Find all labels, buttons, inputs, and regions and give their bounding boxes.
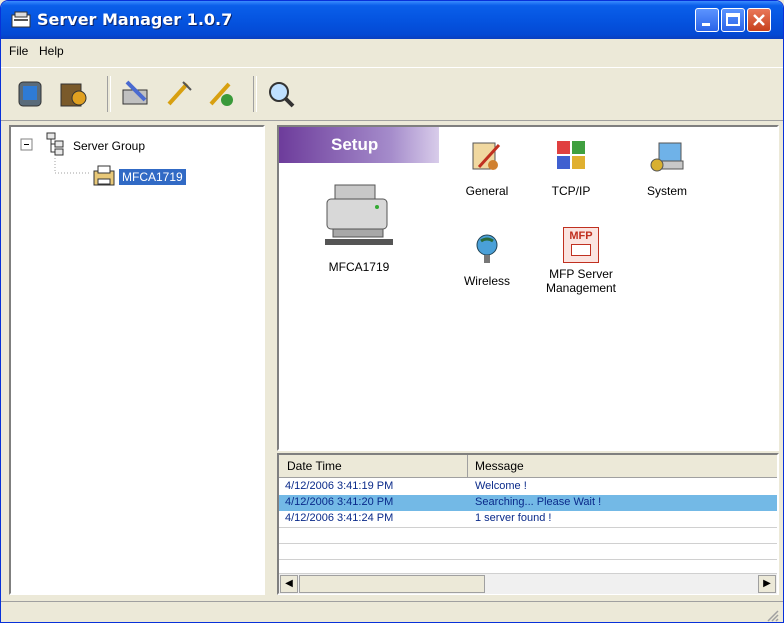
tcpip-icon xyxy=(557,141,585,169)
menu-bar: File Help xyxy=(1,41,783,63)
general-icon xyxy=(472,142,501,170)
tcpip-label: TCP/IP xyxy=(551,184,591,198)
scroll-left-button[interactable]: ◀ xyxy=(280,575,298,593)
system-label: System xyxy=(646,184,687,198)
menu-file[interactable]: File xyxy=(9,44,28,58)
log-header: Date Time Message xyxy=(279,455,777,478)
printer-server-icon xyxy=(93,165,115,186)
printer-icon xyxy=(325,184,393,245)
maximize-button[interactable] xyxy=(721,8,745,32)
scroll-thumb[interactable] xyxy=(299,575,485,593)
log-row[interactable]: 4/12/2006 3:41:24 PM 1 server found ! xyxy=(279,511,777,527)
toolbar xyxy=(1,67,783,121)
log-time: 4/12/2006 3:41:20 PM xyxy=(285,496,394,508)
mfp-item[interactable]: MFP MFP Server Management xyxy=(531,227,631,295)
right-pane: Setup MFCA1719 General TCP/IP System Wir… xyxy=(277,125,779,595)
log-list[interactable]: Date Time Message 4/12/2006 3:41:19 PM W… xyxy=(277,453,779,595)
system-item[interactable]: System xyxy=(627,137,707,198)
status-bar xyxy=(1,601,783,622)
maximize-icon xyxy=(726,13,740,26)
row-gridline xyxy=(279,527,777,528)
minimize-button[interactable] xyxy=(695,8,719,32)
server-settings-button[interactable] xyxy=(55,76,91,112)
device-label: MFCA1719 xyxy=(328,260,390,274)
horizontal-scrollbar[interactable]: ◀ ▶ xyxy=(279,573,777,594)
settings-server-icon xyxy=(60,83,87,107)
column-header-datetime[interactable]: Date Time xyxy=(287,459,342,473)
server-icon xyxy=(18,81,42,107)
toolbar-separator xyxy=(107,76,111,112)
wand-remove-icon xyxy=(209,82,233,106)
mfp-icon-box xyxy=(571,244,591,256)
wand-icon xyxy=(167,81,192,106)
general-item[interactable]: General xyxy=(447,137,527,198)
system-icon xyxy=(650,142,684,172)
setup-panel: Setup MFCA1719 General TCP/IP System Wir… xyxy=(277,125,779,451)
device-item[interactable]: MFCA1719 xyxy=(309,177,409,274)
tree-item-server[interactable]: MFCA1719 xyxy=(119,169,186,185)
toolbar-separator xyxy=(253,76,257,112)
app-icon xyxy=(11,11,31,28)
resize-grip-icon[interactable] xyxy=(765,608,779,622)
tcpip-item[interactable]: TCP/IP xyxy=(531,137,611,198)
configure-button[interactable] xyxy=(117,76,153,112)
log-message: Welcome ! xyxy=(475,480,527,492)
close-button[interactable] xyxy=(747,8,771,32)
tree-item-server-group[interactable]: Server Group xyxy=(73,139,145,153)
log-time: 4/12/2006 3:41:19 PM xyxy=(285,480,394,492)
collapse-icon[interactable] xyxy=(19,137,39,157)
wand-button[interactable] xyxy=(161,76,197,112)
general-label: General xyxy=(465,184,509,198)
scroll-right-button[interactable]: ▶ xyxy=(758,575,776,593)
wireless-item[interactable]: Wireless xyxy=(447,227,527,288)
server-group-icon xyxy=(46,132,64,156)
wireless-icon xyxy=(476,234,498,263)
mfp-label: MFP Server Management xyxy=(545,267,617,295)
log-row[interactable]: 4/12/2006 3:41:19 PM Welcome ! xyxy=(279,479,777,495)
menu-help[interactable]: Help xyxy=(39,44,64,58)
title-bar[interactable]: Server Manager 1.0.7 xyxy=(1,1,783,39)
mfp-icon: MFP xyxy=(563,227,599,263)
server-tree[interactable]: Server Group MFCA1719 xyxy=(9,125,265,595)
minimize-icon xyxy=(702,23,710,26)
log-time: 4/12/2006 3:41:24 PM xyxy=(285,512,394,524)
server-button[interactable] xyxy=(13,76,49,112)
close-icon xyxy=(753,14,765,26)
configure-icon xyxy=(122,80,148,105)
mfp-icon-text: MFP xyxy=(569,230,593,242)
app-window: Server Manager 1.0.7 File Help Server Gr… xyxy=(0,0,784,623)
search-button[interactable] xyxy=(263,76,299,112)
column-divider[interactable] xyxy=(467,455,468,477)
row-gridline xyxy=(279,543,777,544)
search-icon xyxy=(269,82,295,108)
window-title: Server Manager 1.0.7 xyxy=(37,10,233,29)
setup-banner: Setup xyxy=(279,127,439,163)
log-row-selected[interactable]: 4/12/2006 3:41:20 PM Searching... Please… xyxy=(279,495,777,511)
wireless-label: Wireless xyxy=(463,274,510,288)
column-header-message[interactable]: Message xyxy=(475,459,524,473)
log-message: 1 server found ! xyxy=(475,512,552,524)
log-message: Searching... Please Wait ! xyxy=(475,496,602,508)
setup-title: Setup xyxy=(331,135,379,154)
row-gridline xyxy=(279,559,777,560)
wand-remove-button[interactable] xyxy=(203,76,239,112)
tree-line xyxy=(54,155,89,174)
pane-splitter[interactable] xyxy=(267,125,275,595)
